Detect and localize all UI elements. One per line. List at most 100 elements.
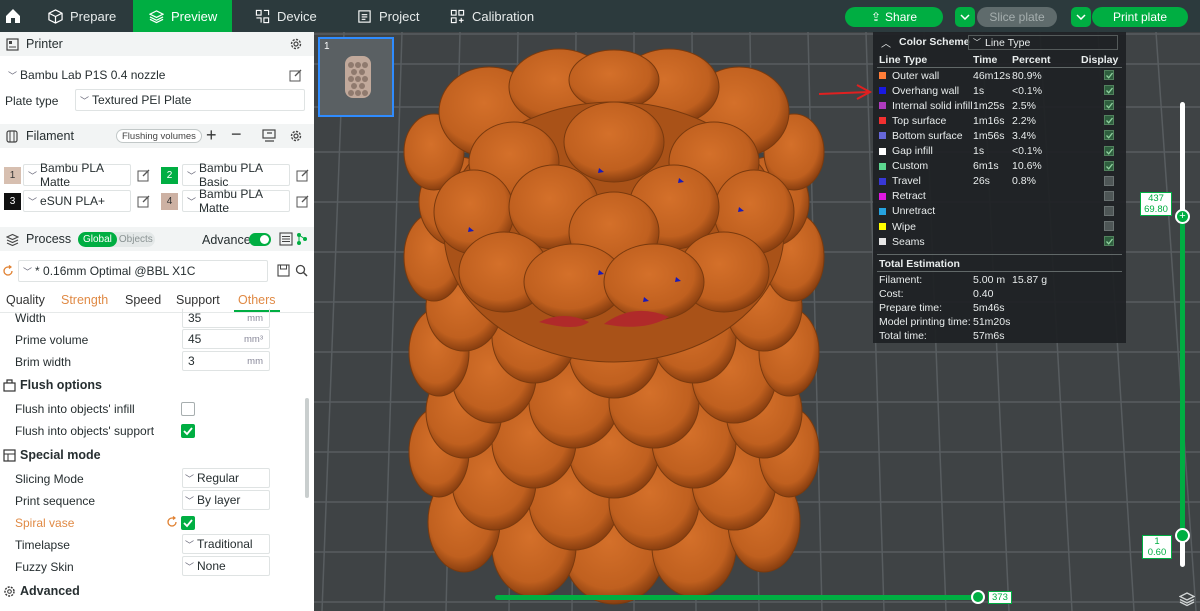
display-checkbox[interactable] — [1104, 115, 1114, 126]
display-checkbox[interactable] — [1104, 175, 1114, 186]
move-slider-track[interactable] — [495, 595, 980, 600]
legend-row: Travel 26s 0.8% — [879, 174, 1124, 189]
line-type-selected: Line Type — [985, 36, 1031, 49]
process-preset-dropdown[interactable]: ﹀ * 0.16mm Optimal @BBL X1C — [18, 260, 268, 282]
slice-options-dropdown[interactable] — [955, 7, 975, 27]
slicing-mode-select[interactable]: ﹀ Regular — [182, 468, 270, 488]
brim-width-input[interactable]: 3 mm — [182, 351, 270, 371]
tab-device[interactable]: Device — [255, 0, 325, 32]
print-options-dropdown[interactable] — [1071, 7, 1091, 27]
filament-slot-1-dropdown[interactable]: ﹀ Bambu PLA Matte — [23, 161, 131, 189]
total-time-row: Total time: 57m6s — [879, 328, 1124, 343]
filament-slot-2-color[interactable]: 2 — [161, 167, 178, 184]
cost-label: Cost: — [879, 287, 904, 300]
global-objects-toggle[interactable]: Global Objects — [78, 232, 155, 247]
tab-speed[interactable]: Speed — [125, 293, 161, 307]
special-mode-group: Special mode — [3, 448, 101, 462]
flush-options-group: Flush options — [3, 378, 102, 392]
filament-slot-4-color[interactable]: 4 — [161, 193, 178, 210]
tab-strength[interactable]: Strength — [61, 293, 108, 307]
home-icon[interactable] — [4, 7, 22, 25]
chevron-down-icon: ﹀ — [187, 170, 197, 181]
timelapse-select[interactable]: ﹀ Traditional — [182, 534, 270, 554]
filament-slot-2-dropdown[interactable]: ﹀ Bambu PLA Basic — [182, 161, 290, 189]
line-type-name: Bottom surface — [892, 129, 963, 142]
edit-icon[interactable] — [137, 169, 150, 182]
plate-type-dropdown[interactable]: ﹀ Textured PEI Plate — [75, 89, 305, 111]
chevron-down-icon: ﹀ — [187, 196, 197, 207]
chevron-down-icon — [960, 14, 970, 20]
display-checkbox[interactable] — [1104, 236, 1114, 247]
line-type-name: Wipe — [892, 220, 916, 233]
edit-icon[interactable] — [289, 69, 302, 82]
spiral-vase-checkbox[interactable] — [181, 516, 195, 530]
tab-others[interactable]: Others — [238, 293, 276, 307]
print-plate-button[interactable]: Print plate — [1092, 7, 1188, 27]
objects-option[interactable]: Objects — [117, 234, 153, 245]
tab-preview[interactable]: Preview — [133, 0, 232, 32]
flushing-volumes-button[interactable]: Flushing volumes — [116, 129, 202, 143]
printer-preset-dropdown[interactable]: ﹀ Bambu Lab P1S 0.4 nozzle — [3, 64, 285, 86]
display-checkbox[interactable] — [1104, 190, 1114, 201]
layer-slider-range — [1180, 214, 1185, 536]
display-checkbox[interactable] — [1104, 160, 1114, 171]
line-type-dropdown[interactable]: ﹀ Line Type — [968, 35, 1118, 50]
display-checkbox[interactable] — [1104, 205, 1114, 216]
edit-icon[interactable] — [296, 195, 309, 208]
tab-project[interactable]: Project — [357, 0, 427, 32]
display-checkbox[interactable] — [1104, 221, 1114, 231]
chevron-down-icon: ﹀ — [8, 70, 18, 81]
share-button[interactable]: ⇪ Share — [845, 7, 943, 27]
flush-infill-checkbox[interactable] — [181, 402, 195, 416]
timelapse-value: Traditional — [197, 537, 253, 551]
settings-scrollbar[interactable] — [305, 398, 309, 498]
chevron-down-icon: ﹀ — [80, 95, 90, 106]
reset-icon[interactable] — [166, 516, 178, 528]
gear-icon[interactable] — [289, 37, 303, 51]
move-slider-handle[interactable] — [971, 590, 985, 604]
tab-calibration[interactable]: Calibration — [450, 0, 540, 32]
reset-icon[interactable] — [2, 265, 14, 277]
line-type-name: Internal solid infill — [892, 99, 973, 112]
plate-thumbnail[interactable]: 1 — [318, 37, 394, 117]
filament-slot-1-color[interactable]: 1 — [4, 167, 21, 184]
line-type-swatch — [879, 117, 886, 125]
search-icon[interactable] — [295, 264, 308, 277]
display-checkbox[interactable] — [1104, 85, 1114, 96]
filament-slot-4-dropdown[interactable]: ﹀ Bambu PLA Matte — [182, 187, 290, 215]
edit-icon[interactable] — [296, 169, 309, 182]
layer-slider-bottom-handle[interactable] — [1175, 528, 1190, 543]
layer-slider-top-handle[interactable]: + — [1175, 209, 1190, 224]
edit-icon[interactable] — [137, 195, 150, 208]
tab-quality[interactable]: Quality — [6, 293, 45, 307]
brim-width-unit: mm — [247, 355, 263, 367]
add-filament-icon[interactable]: + — [206, 125, 217, 146]
display-checkbox[interactable] — [1104, 100, 1114, 111]
line-type-name: Retract — [892, 190, 926, 203]
prime-volume-input[interactable]: 45 mm³ — [182, 329, 270, 349]
flush-infill-label: Flush into objects' infill — [15, 402, 135, 416]
filament-slot-3-color[interactable]: 3 — [4, 193, 21, 210]
remove-filament-icon[interactable]: − — [231, 124, 242, 145]
save-icon[interactable] — [277, 264, 290, 277]
slice-plate-button[interactable]: Slice plate — [977, 7, 1057, 27]
print-sequence-select[interactable]: ﹀ By layer — [182, 490, 270, 510]
advanced-toggle[interactable] — [249, 233, 271, 246]
tab-support[interactable]: Support — [176, 293, 220, 307]
fuzzy-skin-select[interactable]: ﹀ None — [182, 556, 270, 576]
legend-row: Overhang wall 1s <0.1% — [879, 83, 1124, 98]
gear-icon[interactable] — [289, 129, 303, 143]
sync-ams-icon[interactable] — [262, 129, 277, 143]
filament-slot-3-dropdown[interactable]: ﹀ eSUN PLA+ — [23, 190, 131, 212]
display-checkbox[interactable] — [1104, 145, 1114, 156]
tree-icon[interactable] — [296, 232, 308, 246]
legend-collapse-icon[interactable]: ︿ — [881, 35, 891, 50]
global-option[interactable]: Global — [78, 232, 117, 247]
display-checkbox[interactable] — [1104, 70, 1114, 80]
tab-prepare[interactable]: Prepare — [48, 0, 120, 32]
layers-stack-icon[interactable] — [1179, 591, 1195, 607]
width-input[interactable]: 35 mm — [182, 308, 270, 328]
display-checkbox[interactable] — [1104, 130, 1114, 141]
flush-support-checkbox[interactable] — [181, 424, 195, 438]
list-compare-icon[interactable] — [279, 232, 293, 246]
